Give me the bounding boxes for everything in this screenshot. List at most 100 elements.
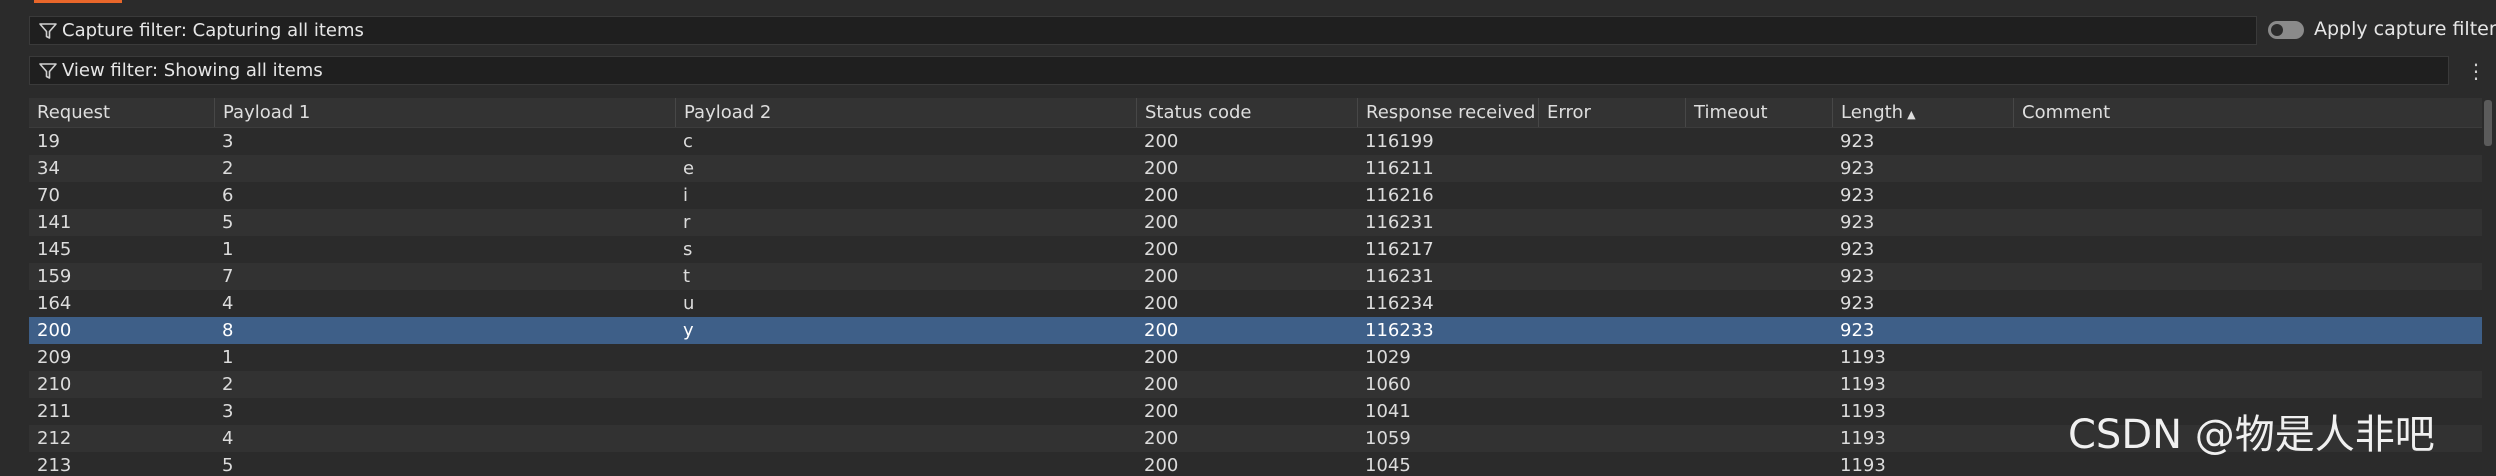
vertical-scrollbar[interactable] — [2482, 98, 2494, 476]
more-vertical-icon[interactable]: ⋮ — [2466, 58, 2486, 84]
cell-length: 923 — [1840, 239, 1875, 260]
cell-request: 213 — [37, 455, 72, 476]
cell-comment — [2013, 263, 2482, 290]
column-header-response-received[interactable]: Response received — [1357, 98, 1538, 127]
cell-status-code: 200 — [1144, 293, 1179, 314]
table-row[interactable]: 159 7 t 200 116231 923 — [29, 263, 2482, 290]
cell-comment — [2013, 317, 2482, 344]
column-header-length[interactable]: Length ▲ — [1832, 98, 2013, 127]
cell-response-received: 116216 — [1365, 185, 1434, 206]
cell-payload-2: t — [683, 266, 691, 287]
cell-request: 70 — [37, 185, 60, 206]
table-row[interactable]: 164 4 u 200 116234 923 — [29, 290, 2482, 317]
column-header-request[interactable]: Request — [29, 98, 214, 127]
column-header-label: Error — [1547, 102, 1591, 123]
cell-comment — [2013, 290, 2482, 317]
cell-length: 923 — [1840, 293, 1875, 314]
table-row[interactable]: 145 1 s 200 116217 923 — [29, 236, 2482, 263]
cell-timeout — [1685, 182, 1832, 209]
cell-payload-1: 4 — [222, 428, 234, 449]
cell-length: 1193 — [1840, 401, 1886, 422]
cell-response-received: 116231 — [1365, 212, 1434, 233]
cell-response-received: 116234 — [1365, 293, 1434, 314]
column-header-error[interactable]: Error — [1538, 98, 1685, 127]
cell-status-code: 200 — [1144, 266, 1179, 287]
toggle-knob — [2271, 24, 2283, 36]
cell-request: 212 — [37, 428, 72, 449]
cell-payload-2: y — [683, 320, 694, 341]
cell-timeout — [1685, 290, 1832, 317]
cell-error — [1538, 290, 1685, 317]
cell-response-received: 116211 — [1365, 158, 1434, 179]
column-header-label: Payload 1 — [223, 102, 311, 123]
cell-timeout — [1685, 263, 1832, 290]
capture-filter-bar[interactable]: Capture filter: Capturing all items — [29, 16, 2257, 45]
cell-error — [1538, 263, 1685, 290]
column-header-comment[interactable]: Comment — [2013, 98, 2482, 127]
cell-comment — [2013, 128, 2482, 155]
cell-status-code: 200 — [1144, 158, 1179, 179]
table-row[interactable]: 19 3 c 200 116199 923 — [29, 128, 2482, 155]
cell-comment — [2013, 371, 2482, 398]
filter-icon — [39, 62, 57, 79]
column-header-payload-1[interactable]: Payload 1 — [214, 98, 675, 127]
cell-response-received: 1045 — [1365, 455, 1411, 476]
cell-request: 159 — [37, 266, 72, 287]
cell-payload-2 — [675, 344, 1136, 371]
view-filter-bar[interactable]: View filter: Showing all items — [29, 56, 2449, 85]
column-header-payload-2[interactable]: Payload 2 — [675, 98, 1136, 127]
cell-payload-2 — [675, 371, 1136, 398]
cell-request: 19 — [37, 131, 60, 152]
cell-status-code: 200 — [1144, 239, 1179, 260]
cell-payload-1: 2 — [222, 374, 234, 395]
cell-payload-1: 5 — [222, 455, 234, 476]
cell-error — [1538, 452, 1685, 476]
apply-capture-filter-toggle[interactable] — [2268, 21, 2304, 39]
cell-timeout — [1685, 425, 1832, 452]
cell-payload-2: e — [683, 158, 695, 179]
cell-payload-2: c — [683, 131, 693, 152]
cell-error — [1538, 398, 1685, 425]
table-row[interactable]: 141 5 r 200 116231 923 — [29, 209, 2482, 236]
cell-status-code: 200 — [1144, 428, 1179, 449]
cell-timeout — [1685, 317, 1832, 344]
column-header-label: Response received — [1366, 102, 1536, 123]
column-header-status-code[interactable]: Status code — [1136, 98, 1357, 127]
cell-length: 1193 — [1840, 374, 1886, 395]
watermark: CSDN @物是人非吧 — [2068, 412, 2435, 458]
cell-payload-1: 8 — [222, 320, 234, 341]
tab-strip — [0, 0, 2496, 5]
table-row[interactable]: 34 2 e 200 116211 923 — [29, 155, 2482, 182]
table-row[interactable]: 210 2 200 1060 1193 — [29, 371, 2482, 398]
cell-payload-1: 4 — [222, 293, 234, 314]
column-header-timeout[interactable]: Timeout — [1685, 98, 1832, 127]
cell-error — [1538, 128, 1685, 155]
cell-response-received: 116231 — [1365, 266, 1434, 287]
cell-response-received: 116199 — [1365, 131, 1434, 152]
cell-comment — [2013, 155, 2482, 182]
cell-payload-1: 5 — [222, 212, 234, 233]
cell-payload-2 — [675, 398, 1136, 425]
cell-payload-2: r — [683, 212, 691, 233]
cell-length: 1193 — [1840, 428, 1886, 449]
table-header: Request Payload 1 Payload 2 Status code Resp… — [29, 98, 2482, 128]
cell-response-received: 1029 — [1365, 347, 1411, 368]
cell-length: 923 — [1840, 266, 1875, 287]
cell-error — [1538, 344, 1685, 371]
table-row[interactable]: 209 1 200 1029 1193 — [29, 344, 2482, 371]
scrollbar-thumb[interactable] — [2484, 100, 2492, 146]
cell-status-code: 200 — [1144, 185, 1179, 206]
table-row[interactable]: 200 8 y 200 116233 923 — [29, 317, 2482, 344]
cell-payload-2 — [675, 425, 1136, 452]
cell-comment — [2013, 209, 2482, 236]
cell-length: 1193 — [1840, 347, 1886, 368]
column-header-label: Request — [37, 102, 111, 123]
cell-request: 200 — [37, 320, 72, 341]
table-row[interactable]: 70 6 i 200 116216 923 — [29, 182, 2482, 209]
cell-timeout — [1685, 398, 1832, 425]
cell-error — [1538, 155, 1685, 182]
filter-icon — [39, 22, 57, 39]
cell-status-code: 200 — [1144, 131, 1179, 152]
cell-payload-2: u — [683, 293, 695, 314]
cell-response-received: 1041 — [1365, 401, 1411, 422]
